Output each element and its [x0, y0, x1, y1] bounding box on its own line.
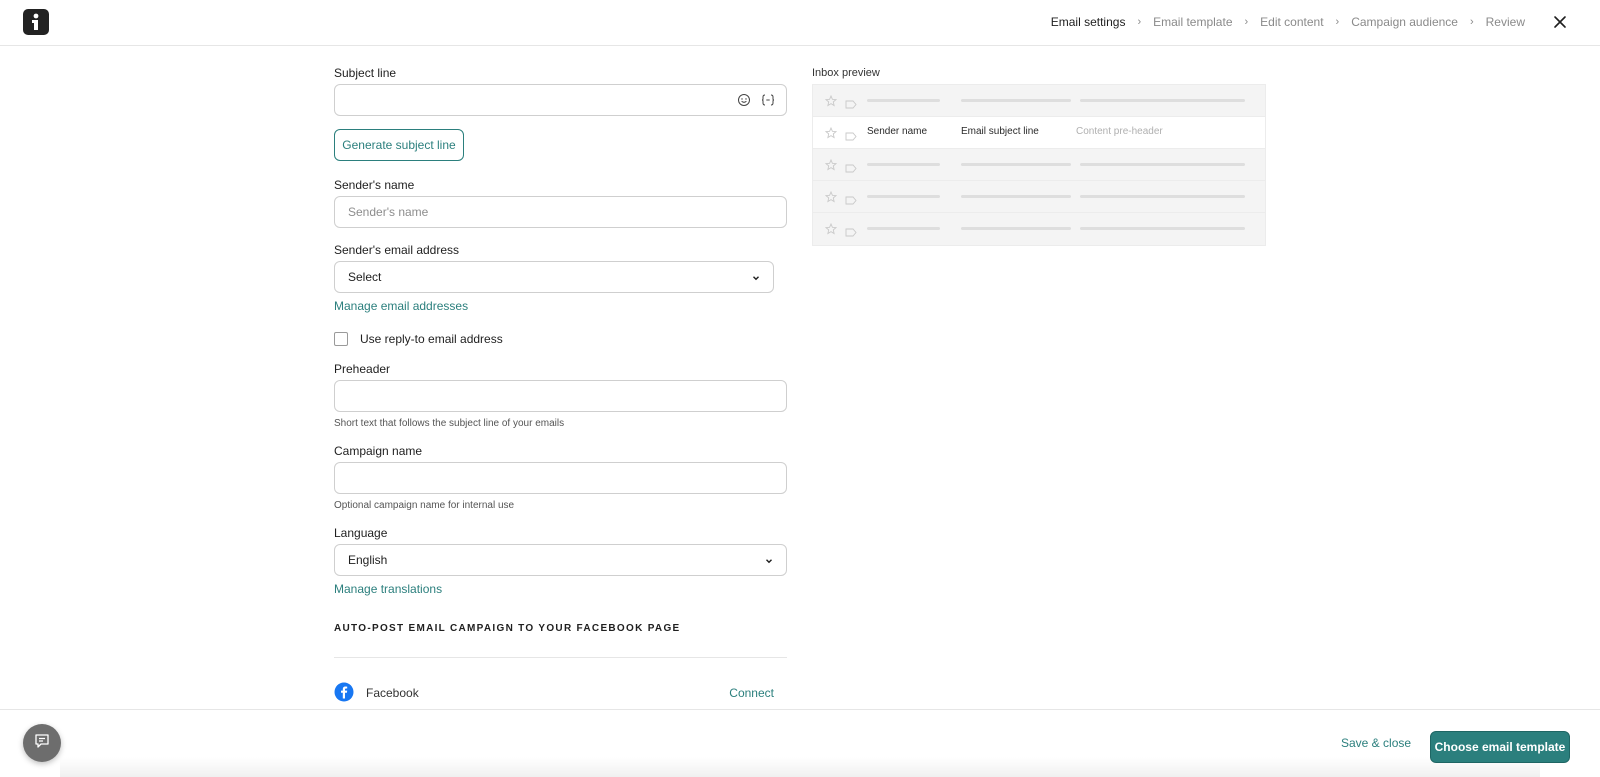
inbox-highlight-row: Sender name Email subject line Content p… [813, 117, 1265, 149]
chat-support-button[interactable] [23, 724, 61, 762]
placeholder-bar [1080, 99, 1245, 102]
step-email-settings[interactable]: Email settings [1051, 15, 1126, 29]
step-email-template[interactable]: Email template [1153, 15, 1232, 29]
chevron-down-icon [751, 272, 761, 286]
close-icon[interactable] [1550, 12, 1570, 32]
placeholder-bar [961, 99, 1071, 102]
inbox-preview-list: Sender name Email subject line Content p… [812, 84, 1266, 246]
emoji-icon[interactable] [737, 93, 751, 110]
step-review[interactable]: Review [1486, 15, 1525, 29]
facebook-connect-link[interactable]: Connect [729, 686, 774, 700]
choose-email-template-button[interactable]: Choose email template [1430, 731, 1570, 763]
subject-line-tools [737, 93, 776, 110]
inbox-placeholder-row [813, 149, 1265, 181]
chevron-down-icon [764, 555, 774, 569]
language-value: English [348, 553, 388, 567]
email-settings-form: Subject line Generate subject line Sende… [334, 66, 787, 703]
placeholder-bar [961, 163, 1071, 166]
facebook-integration-row: Facebook Connect [334, 682, 787, 705]
campaign-name-input[interactable] [334, 462, 787, 494]
sender-email-label: Sender's email address [334, 243, 460, 257]
star-icon [824, 126, 838, 144]
section-divider [334, 657, 787, 658]
preview-sender-name: Sender name [867, 126, 928, 137]
campaign-name-label: Campaign name [334, 444, 423, 458]
placeholder-bar [961, 195, 1071, 198]
language-select[interactable]: English [334, 544, 787, 576]
star-icon [824, 190, 838, 208]
label-tag-icon [845, 96, 857, 114]
preview-preheader: Content pre-header [1076, 126, 1163, 137]
facebook-icon [334, 682, 354, 705]
sender-name-label: Sender's name [334, 178, 415, 192]
save-and-close-button[interactable]: Save & close [1341, 736, 1411, 750]
inbox-placeholder-row [813, 85, 1265, 117]
subject-line-input[interactable] [334, 84, 787, 116]
placeholder-bar [1080, 195, 1245, 198]
inbox-preview: Inbox preview Sender name Email subject … [812, 66, 1266, 246]
label-tag-icon [845, 160, 857, 178]
reply-to-label: Use reply-to email address [360, 332, 503, 346]
campaign-name-hint: Optional campaign name for internal use [334, 500, 515, 511]
sender-name-input[interactable]: Sender's name [334, 196, 787, 228]
inbox-placeholder-row [813, 181, 1265, 213]
inbox-preview-title: Inbox preview [812, 67, 880, 79]
chevron-right-icon: › [1335, 16, 1340, 28]
step-edit-content[interactable]: Edit content [1260, 15, 1323, 29]
brand-logo-icon[interactable] [23, 9, 49, 35]
bottom-shadow [60, 757, 1540, 777]
manage-email-addresses-link[interactable]: Manage email addresses [334, 299, 468, 313]
star-icon [824, 158, 838, 176]
sender-name-placeholder: Sender's name [348, 205, 429, 219]
progress-steps: Email settings › Email template › Edit c… [1051, 0, 1525, 44]
preheader-hint: Short text that follows the subject line… [334, 418, 565, 429]
facebook-section-title: AUTO-POST EMAIL CAMPAIGN TO YOUR FACEBOO… [334, 623, 681, 634]
star-icon [824, 222, 838, 240]
facebook-label: Facebook [366, 686, 419, 700]
sender-email-value: Select [348, 270, 382, 284]
placeholder-bar [867, 195, 940, 198]
preview-subject-line: Email subject line [961, 126, 1039, 137]
preheader-input[interactable] [334, 380, 787, 412]
label-tag-icon [845, 224, 857, 242]
placeholder-bar [1080, 163, 1245, 166]
placeholder-bar [961, 227, 1071, 230]
preheader-label: Preheader [334, 362, 391, 376]
generate-subject-line-button[interactable]: Generate subject line [334, 129, 464, 161]
top-bar: Email settings › Email template › Edit c… [0, 0, 1600, 46]
language-label: Language [334, 526, 388, 540]
chevron-right-icon: › [1469, 16, 1474, 28]
chevron-right-icon: › [1244, 16, 1249, 28]
chat-icon [33, 732, 51, 755]
placeholder-bar [867, 227, 940, 230]
inbox-placeholder-row [813, 213, 1265, 245]
bottom-action-bar: Save & close Choose email template [0, 709, 1600, 777]
star-icon [824, 94, 838, 112]
placeholder-bar [867, 163, 940, 166]
chevron-right-icon: › [1137, 16, 1142, 28]
subject-line-label: Subject line [334, 66, 397, 80]
placeholder-bar [867, 99, 940, 102]
sender-email-select[interactable]: Select [334, 261, 774, 293]
step-campaign-audience[interactable]: Campaign audience [1351, 15, 1458, 29]
placeholder-bar [1080, 227, 1245, 230]
personalization-braces-icon[interactable] [760, 93, 776, 110]
manage-translations-link[interactable]: Manage translations [334, 582, 442, 596]
reply-to-checkbox[interactable] [334, 332, 348, 346]
reply-to-row: Use reply-to email address [334, 332, 787, 346]
label-tag-icon [845, 128, 857, 146]
label-tag-icon [845, 192, 857, 210]
